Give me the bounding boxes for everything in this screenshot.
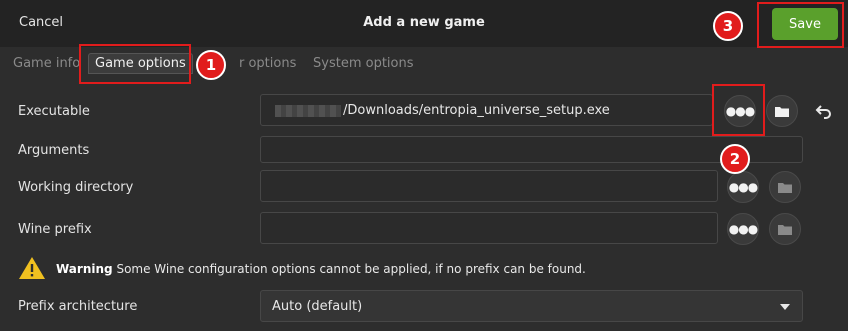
tab-bar: Game info Game options r options System … <box>0 47 848 80</box>
warning-message: Warning Some Wine configuration options … <box>56 262 586 276</box>
prefix-architecture-select[interactable]: Auto (default) <box>260 290 803 322</box>
undo-icon[interactable] <box>812 101 834 123</box>
dropdown-caret-icon <box>780 304 790 310</box>
more-options-icon: ●●● <box>725 104 755 118</box>
working-directory-label: Working directory <box>18 180 134 195</box>
step-badge-1: 1 <box>196 50 226 80</box>
folder-icon <box>778 182 792 193</box>
working-directory-folder-button[interactable] <box>769 171 801 203</box>
redacted-path <box>275 105 341 117</box>
tab-game-options[interactable]: Game options <box>88 53 193 74</box>
prefix-architecture-label: Prefix architecture <box>18 299 138 314</box>
warning-text: Some Wine configuration options cannot b… <box>116 262 586 276</box>
more-options-icon: ●●● <box>728 180 758 194</box>
working-directory-options-button[interactable]: ●●● <box>727 171 759 203</box>
executable-field[interactable]: /Downloads/entropia_universe_setup.exe <box>260 94 713 126</box>
executable-folder-button[interactable] <box>766 95 798 127</box>
more-options-icon: ●●● <box>728 222 758 236</box>
executable-value: /Downloads/entropia_universe_setup.exe <box>343 103 610 118</box>
wine-prefix-field[interactable] <box>260 212 718 244</box>
folder-icon <box>775 106 789 117</box>
wine-prefix-options-button[interactable]: ●●● <box>727 213 759 245</box>
executable-label: Executable <box>18 104 90 119</box>
wine-prefix-label: Wine prefix <box>18 222 92 237</box>
tab-system-options[interactable]: System options <box>313 56 414 71</box>
executable-browse-options-button[interactable]: ●●● <box>724 95 756 127</box>
warning-title: Warning <box>56 262 113 276</box>
prefix-architecture-value: Auto (default) <box>272 299 363 314</box>
working-directory-field[interactable] <box>260 170 718 202</box>
tab-runner-options[interactable]: r options <box>239 56 296 71</box>
cancel-button[interactable]: Cancel <box>19 15 63 30</box>
arguments-label: Arguments <box>18 143 90 158</box>
step-badge-2: 2 <box>720 144 750 174</box>
wine-prefix-folder-button[interactable] <box>769 213 801 245</box>
folder-icon <box>778 224 792 235</box>
step-badge-3: 3 <box>713 11 743 41</box>
warning-icon <box>19 257 45 279</box>
save-button[interactable]: Save <box>772 8 838 40</box>
tab-game-info[interactable]: Game info <box>13 56 80 71</box>
